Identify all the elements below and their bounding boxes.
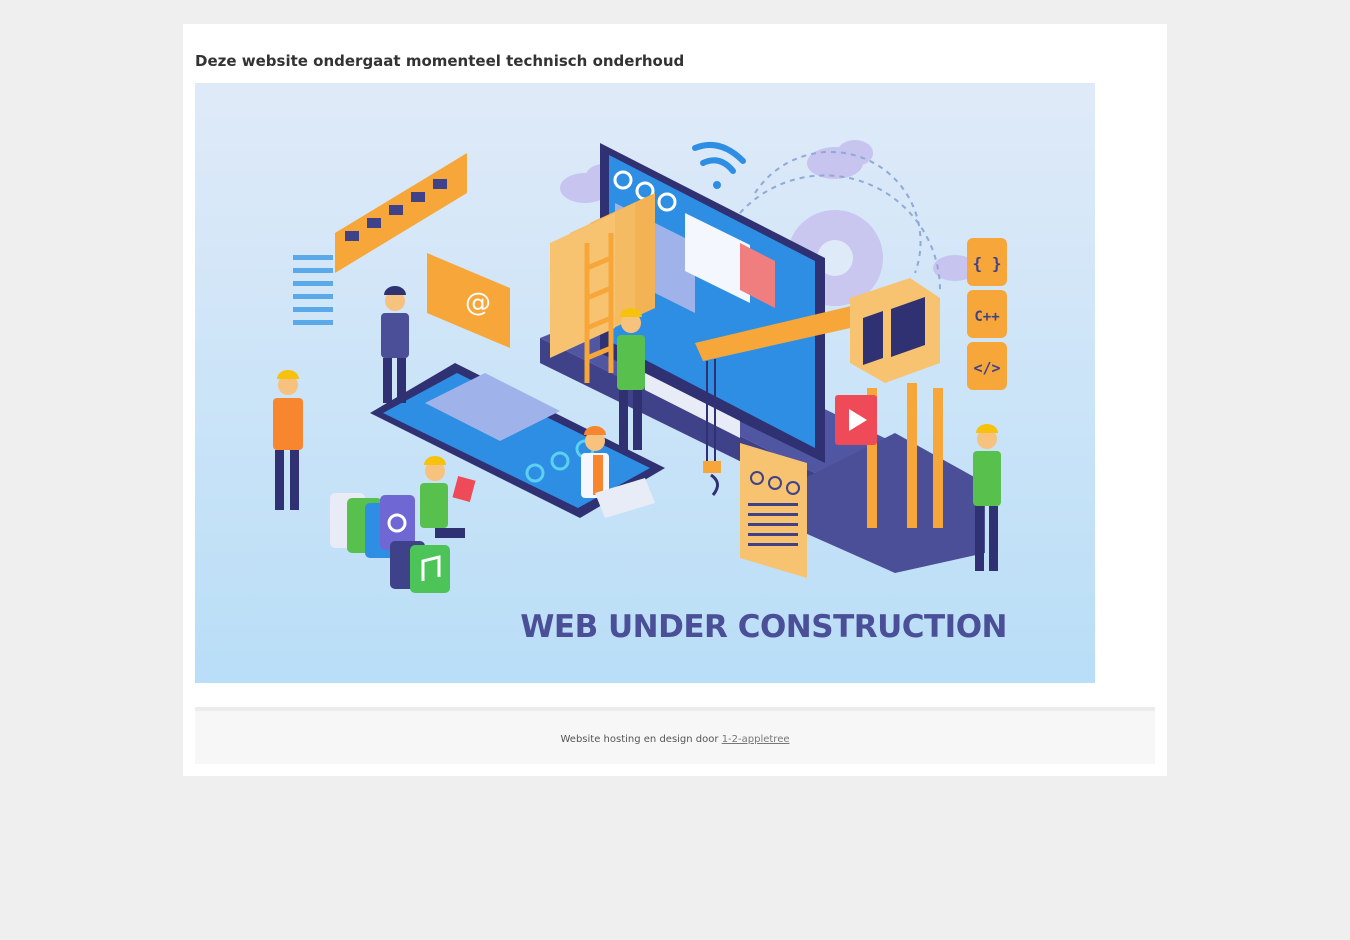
maintenance-page: Deze website ondergaat momenteel technis… bbox=[183, 24, 1167, 776]
code-tile-braces: { } bbox=[973, 254, 1002, 273]
hosting-provider-link[interactable]: 1-2-appletree bbox=[722, 734, 790, 745]
page-footer: Website hosting en design door 1-2-apple… bbox=[195, 707, 1155, 764]
footer-credit: Website hosting en design door 1-2-apple… bbox=[195, 734, 1155, 745]
page-title: Deze website ondergaat momenteel technis… bbox=[195, 52, 685, 70]
email-icon: @ bbox=[465, 288, 491, 318]
under-construction-illustration: @ {} C++ </> WEB UNDER CONSTRUCTION bbox=[195, 83, 1095, 683]
code-tile-cpp: C++ bbox=[974, 309, 999, 325]
illustration-canvas: @ {} C++ </> WEB UNDER CONSTRUCTION bbox=[195, 83, 1095, 683]
footer-credit-text: Website hosting en design door bbox=[560, 734, 719, 745]
under-construction-banner: WEB UNDER CONSTRUCTION bbox=[520, 609, 1007, 645]
play-icon bbox=[835, 395, 877, 445]
code-tiles: { } C++ </> bbox=[967, 238, 1007, 390]
document-icon bbox=[740, 443, 807, 578]
code-tile-tag: </> bbox=[973, 359, 1000, 377]
